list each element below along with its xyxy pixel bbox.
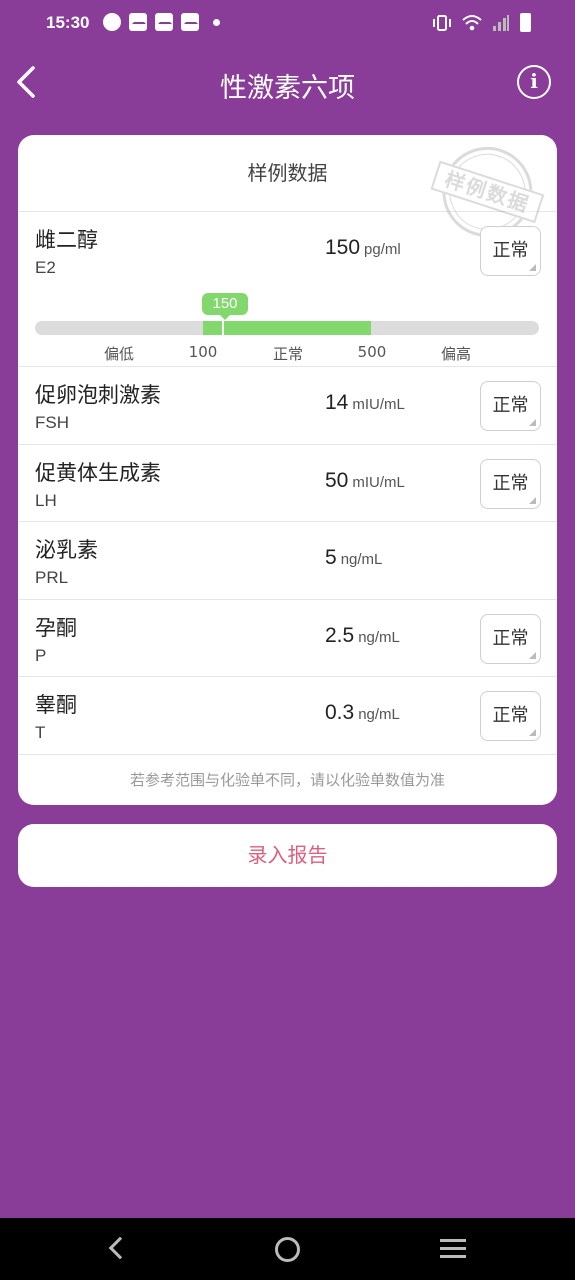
hormone-results-card: 样例数据 样例数据 雌二醇 E2 150 pg/ml 正常 150 偏低 100 … [18, 135, 557, 805]
nav-back-icon[interactable] [108, 1236, 132, 1260]
hormone-value: 150 pg/ml [325, 236, 401, 259]
page-title: 性激素六项 [220, 73, 355, 104]
hormone-code: E2 [35, 258, 56, 277]
hormone-list: 促卵泡刺激素 FSH 14 mIU/mL 正常 促黄体生成素 LH 50 mIU/m… [18, 367, 557, 755]
range-low-value: 100 [188, 343, 218, 361]
hormone-name: 睾酮 [35, 693, 77, 717]
system-nav-bar [0, 1218, 575, 1280]
hormone-unit: ng/mL [358, 628, 400, 646]
hormone-unit: pg/ml [364, 241, 401, 258]
range-bar [35, 321, 539, 335]
status-button[interactable]: 正常 [480, 381, 541, 431]
mail-icon [181, 13, 199, 31]
range-labels: 偏低 100 正常 500 偏高 [18, 343, 557, 365]
reference-note: 若参考范围与化验单不同，请以化验单数值为准 [129, 771, 445, 789]
enter-report-button[interactable]: 录入报告 [18, 824, 557, 887]
hormone-value: 5 ng/mL [325, 546, 383, 569]
range-high-label: 偏高 [440, 345, 472, 363]
hormone-unit: mIU/mL [352, 396, 405, 413]
card-title-text: 样例数据 [247, 161, 328, 185]
hormone-name: 促卵泡刺激素 [35, 383, 161, 407]
hormone-name: 雌二醇 [35, 228, 98, 252]
nav-home-icon[interactable] [275, 1237, 300, 1262]
hormone-row: 孕酮 P 2.5 ng/mL 正常 [18, 600, 557, 677]
hormone-row: 睾酮 T 0.3 ng/mL 正常 [18, 677, 557, 755]
wifi-icon [462, 14, 482, 30]
range-normal-label: 正常 [272, 345, 304, 363]
status-time: 15:30 [46, 13, 90, 32]
status-button[interactable]: 正常 [480, 691, 541, 741]
hormone-unit: ng/mL [358, 706, 400, 723]
battery-icon [520, 13, 531, 32]
hormone-value: 0.3 ng/mL [325, 701, 400, 724]
mail-icon [155, 13, 173, 31]
status-button[interactable]: 正常 [480, 613, 541, 664]
status-button[interactable]: 正常 [480, 458, 541, 509]
hormone-unit: mIU/mL [352, 473, 405, 491]
more-notifications-dot-icon [213, 18, 220, 26]
range-high-value: 500 [357, 343, 387, 361]
range-value-marker [222, 321, 224, 335]
notification-icons [103, 13, 220, 31]
range-value-bubble: 150 [202, 293, 248, 320]
status-bar: 15:30 [0, 0, 575, 48]
range-normal-segment [203, 321, 371, 335]
system-icons [432, 13, 531, 32]
hormone-unit: ng/mL [340, 551, 383, 568]
hormone-code: LH [35, 490, 57, 510]
hormone-name: 泌乳素 [35, 538, 98, 562]
mail-icon [129, 13, 147, 31]
header: 性激素六项 i [0, 48, 575, 116]
info-icon[interactable]: i [517, 65, 551, 99]
hormone-code: P [35, 645, 47, 665]
hormone-name: 孕酮 [35, 615, 77, 640]
hormone-code: FSH [35, 413, 69, 432]
hormone-code: T [35, 723, 46, 742]
hormone-value: 14 mIU/mL [325, 391, 405, 414]
hormone-value: 50 mIU/mL [325, 468, 405, 492]
hormone-row: 促黄体生成素 LH 50 mIU/mL 正常 [18, 445, 557, 522]
hormone-row: 促卵泡刺激素 FSH 14 mIU/mL 正常 [18, 367, 557, 445]
range-low-label: 偏低 [103, 345, 135, 363]
speedometer-icon [103, 13, 121, 31]
nav-menu-icon[interactable] [440, 1239, 466, 1259]
status-button[interactable]: 正常 [480, 226, 541, 276]
hormone-value: 2.5 ng/mL [325, 623, 400, 647]
hormone-name: 促黄体生成素 [35, 460, 161, 485]
vibrate-icon [433, 14, 451, 31]
hormone-code: PRL [35, 568, 69, 587]
hormone-row: 泌乳素 PRL 5 ng/mL [18, 522, 557, 600]
signal-icon [493, 14, 509, 31]
